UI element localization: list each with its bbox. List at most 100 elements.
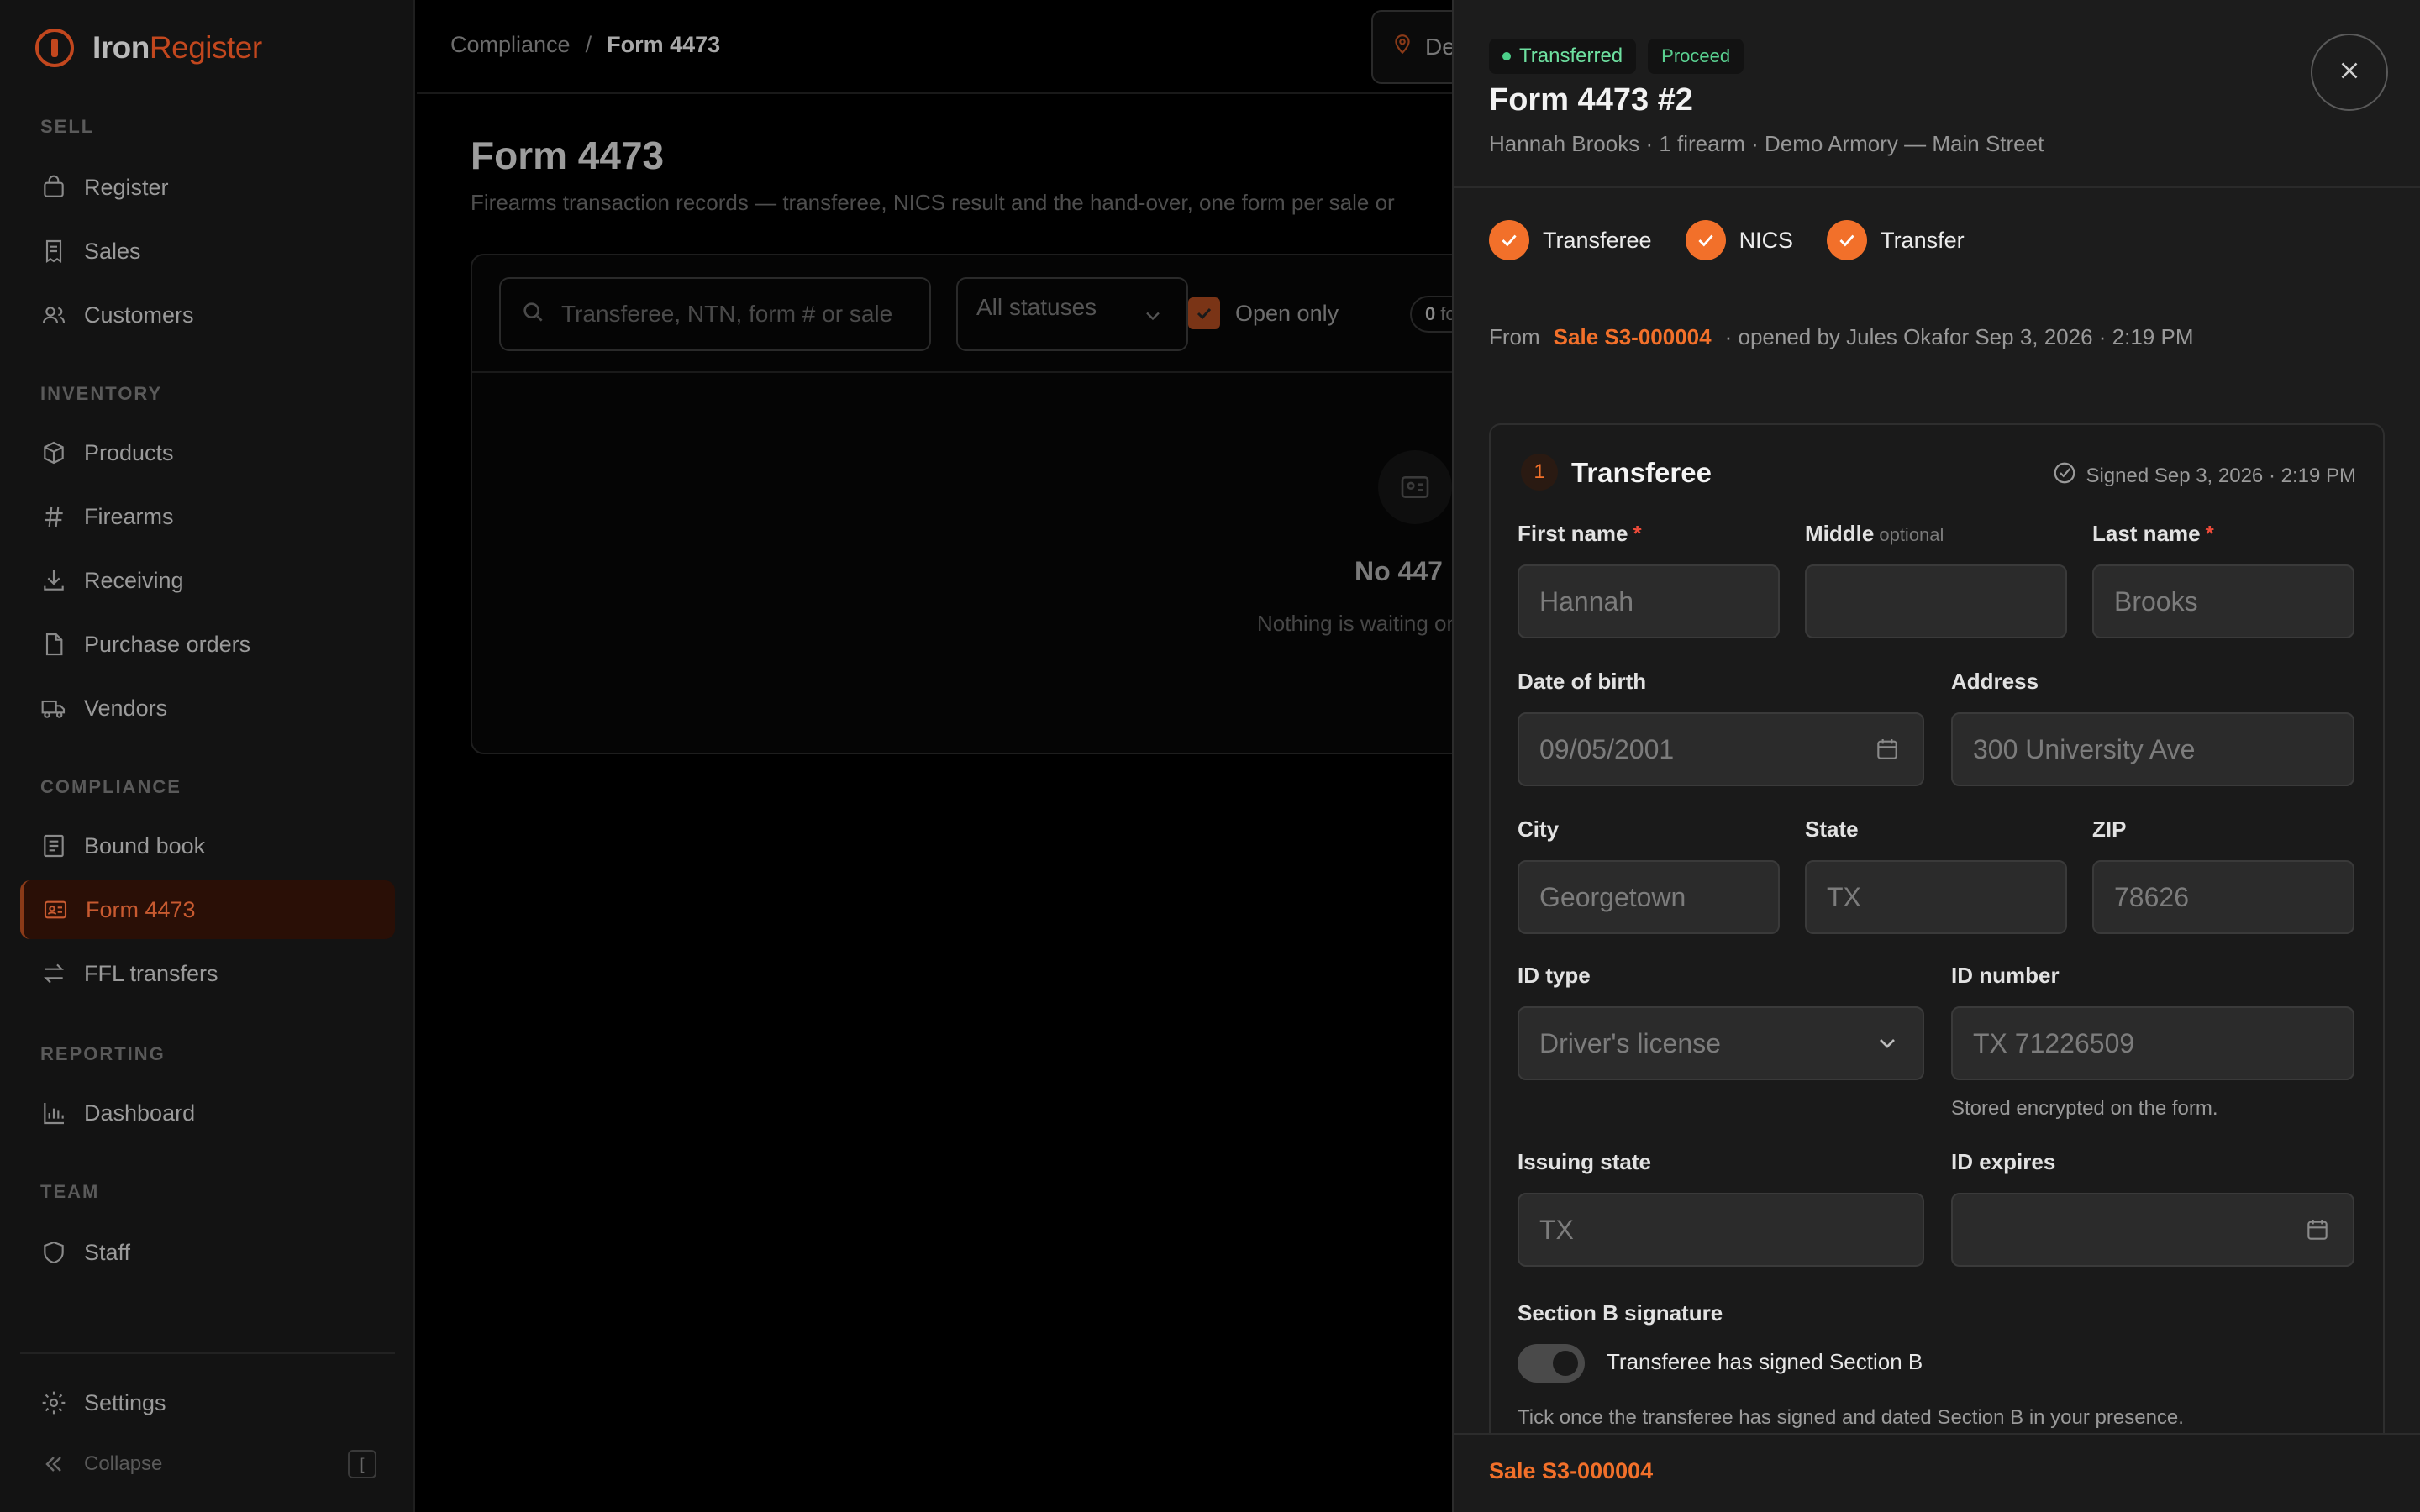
- search-input[interactable]: Transferee, NTN, form # or sale: [499, 277, 931, 351]
- zip-label: ZIP: [2092, 816, 2127, 842]
- transferee-section: 1 Transferee Signed Sep 3, 2026 · 2:19 P…: [1489, 423, 2385, 1512]
- opened-by-text: · opened by Jules Okafor Sep 3, 2026 · 2…: [1724, 324, 2194, 349]
- collapse-button[interactable]: Collapse: [20, 1435, 395, 1494]
- open-only-checkbox[interactable]: Open only: [1188, 297, 1339, 329]
- section-title: Transferee: [1571, 457, 1712, 488]
- first-name-field[interactable]: Hannah: [1518, 564, 1780, 638]
- sidebar-item-receiving[interactable]: Receiving: [20, 551, 395, 610]
- location-label: De: [1425, 34, 1455, 60]
- last-name-field[interactable]: Brooks: [2092, 564, 2354, 638]
- search-icon: [519, 298, 546, 331]
- receipt-icon: [40, 238, 67, 265]
- sidebar-item-label: FFL transfers: [84, 960, 218, 986]
- first-name-label: First name *: [1518, 521, 1642, 546]
- sidebar-item-products[interactable]: Products: [20, 423, 395, 482]
- check-circle-icon: [1827, 220, 1868, 260]
- sidebar-item-label: Products: [84, 439, 174, 465]
- step-transfer[interactable]: Transfer: [1827, 220, 1965, 260]
- panel-subtitle: Hannah Brooks · 1 firearm · Demo Armory …: [1489, 131, 2044, 156]
- topbar: Compliance / Form 4473 De: [417, 0, 1489, 94]
- close-button[interactable]: [2311, 34, 2388, 111]
- form-detail-panel: Transferred Proceed Form 4473 #2 Hannah …: [1452, 0, 2420, 1512]
- badge-row: Transferred Proceed: [1489, 39, 1744, 74]
- sale-link[interactable]: Sale S3-000004: [1554, 324, 1712, 350]
- download-icon: [40, 567, 67, 594]
- id-card-icon: [42, 896, 69, 923]
- section-label-team: TEAM: [40, 1181, 100, 1202]
- middle-name-label: Middle optional: [1805, 521, 1944, 546]
- close-icon: [2335, 56, 2364, 89]
- chevron-down-icon: [1141, 304, 1165, 333]
- status-filter-value: All statuses: [976, 294, 1097, 320]
- step-transferee[interactable]: Transferee: [1489, 220, 1652, 260]
- sidebar-item-customers[interactable]: Customers: [20, 286, 395, 344]
- sidebar-item-purchase-orders[interactable]: Purchase orders: [20, 615, 395, 674]
- search-placeholder: Transferee, NTN, form # or sale: [561, 301, 893, 327]
- box-icon: [40, 439, 67, 466]
- breadcrumb: Compliance / Form 4473: [450, 32, 720, 58]
- status-dot-icon: [1502, 52, 1511, 60]
- signed-status: Signed Sep 3, 2026 · 2:19 PM: [2052, 460, 2356, 491]
- forms-card: Transferee, NTN, form # or sale All stat…: [471, 254, 1502, 754]
- id-type-label: ID type: [1518, 963, 1591, 988]
- sidebar-item-vendors[interactable]: Vendors: [20, 679, 395, 738]
- sidebar-item-label: Register: [84, 174, 169, 200]
- status-filter-select[interactable]: All statuses: [956, 277, 1188, 351]
- id-card-icon: [1378, 450, 1452, 524]
- dob-label: Date of birth: [1518, 669, 1647, 694]
- checkmark-icon: [1188, 297, 1220, 329]
- id-expires-label: ID expires: [1951, 1149, 2056, 1174]
- breadcrumb-parent[interactable]: Compliance: [450, 32, 571, 58]
- dob-field[interactable]: 09/05/2001: [1518, 712, 1924, 786]
- chevron-down-icon: [1874, 1030, 1901, 1063]
- keyboard-shortcut-badge: [: [348, 1450, 376, 1478]
- step-label: NICS: [1739, 227, 1794, 253]
- sidebar-divider: [20, 1352, 395, 1354]
- sidebar-item-firearms[interactable]: Firearms: [20, 487, 395, 546]
- state-label: State: [1805, 816, 1859, 842]
- collapse-label: Collapse: [84, 1452, 163, 1475]
- sidebar-item-staff[interactable]: Staff: [20, 1223, 395, 1282]
- issuing-state-label: Issuing state: [1518, 1149, 1651, 1174]
- sidebar-item-dashboard[interactable]: Dashboard: [20, 1084, 395, 1142]
- middle-name-field[interactable]: [1805, 564, 2067, 638]
- calendar-icon[interactable]: [2304, 1216, 2331, 1250]
- calendar-icon[interactable]: [1874, 736, 1901, 769]
- check-circle-icon: [1489, 220, 1529, 260]
- step-nics[interactable]: NICS: [1685, 220, 1794, 260]
- users-icon: [40, 302, 67, 328]
- sidebar-item-register[interactable]: Register: [20, 158, 395, 217]
- issuing-state-field[interactable]: TX: [1518, 1193, 1924, 1267]
- id-type-select[interactable]: Driver's license: [1518, 1006, 1924, 1080]
- sidebar-item-form-4473[interactable]: Form 4473: [20, 880, 395, 939]
- id-number-label: ID number: [1951, 963, 2060, 988]
- sidebar-item-settings[interactable]: Settings: [20, 1373, 395, 1432]
- shopping-bag-icon: [40, 174, 67, 201]
- signature-toggle-label: Transferee has signed Section B: [1607, 1349, 1923, 1374]
- sidebar-item-label: Customers: [84, 302, 194, 328]
- footer-sale-link[interactable]: Sale S3-000004: [1489, 1458, 1653, 1484]
- address-label: Address: [1951, 669, 2039, 694]
- sidebar-item-sales[interactable]: Sales: [20, 222, 395, 281]
- address-field[interactable]: 300 University Ave: [1951, 712, 2354, 786]
- sidebar-item-label: Bound book: [84, 832, 206, 858]
- sidebar-item-label: Settings: [84, 1389, 166, 1415]
- id-number-hint: Stored encrypted on the form.: [1951, 1097, 2218, 1120]
- brand-name: IronRegister: [92, 30, 262, 65]
- filter-bar: Transferee, NTN, form # or sale All stat…: [472, 255, 1502, 373]
- signature-toggle[interactable]: [1518, 1344, 1585, 1383]
- sidebar-item-label: Form 4473: [86, 896, 196, 922]
- check-circle-icon: [2052, 460, 2077, 491]
- sidebar-item-bound-book[interactable]: Bound book: [20, 816, 395, 875]
- section-label-sell: SELL: [40, 116, 95, 137]
- sidebar-item-ffl-transfers[interactable]: FFL transfers: [20, 944, 395, 1003]
- main-content: Compliance / Form 4473 De Form 4473 Fire…: [417, 0, 1655, 1512]
- id-expires-field[interactable]: [1951, 1193, 2354, 1267]
- state-field[interactable]: TX: [1805, 860, 2067, 934]
- panel-footer: Sale S3-000004: [1454, 1433, 2420, 1512]
- panel-header: Transferred Proceed Form 4473 #2 Hannah …: [1454, 0, 2420, 188]
- id-number-field[interactable]: TX 71226509: [1951, 1006, 2354, 1080]
- zip-field[interactable]: 78626: [2092, 860, 2354, 934]
- brand-logo[interactable]: IronRegister: [35, 29, 262, 67]
- city-field[interactable]: Georgetown: [1518, 860, 1780, 934]
